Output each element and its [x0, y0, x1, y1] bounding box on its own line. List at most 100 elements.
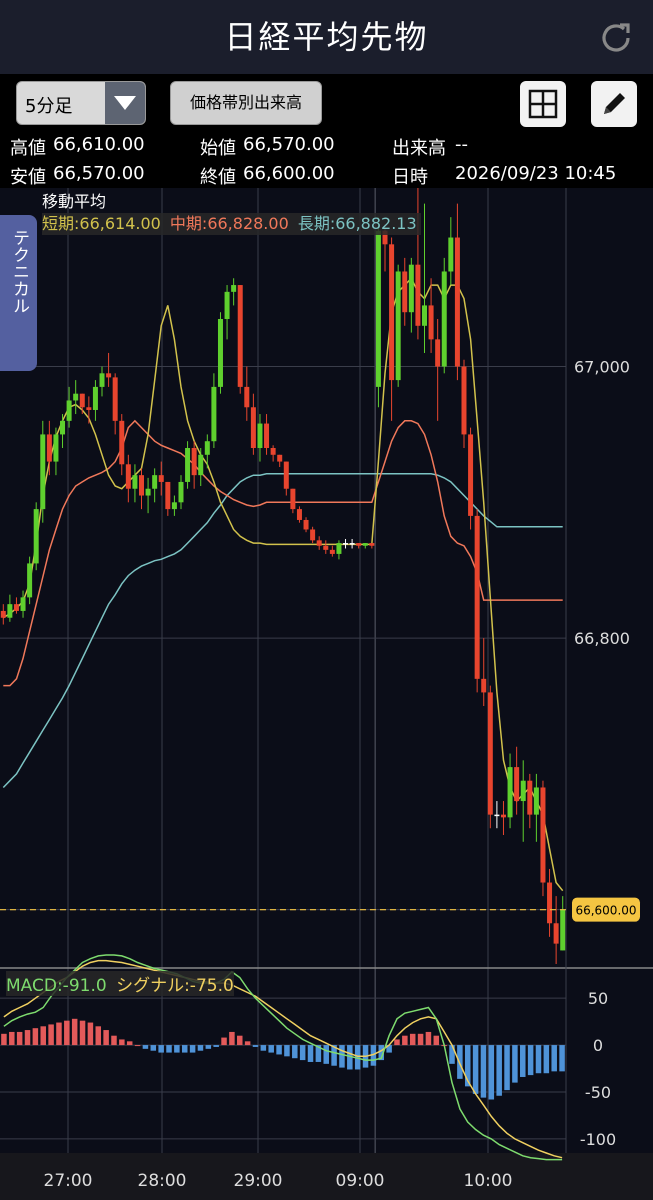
x-tick-label: 09:00 — [336, 1171, 385, 1191]
candle-body — [454, 237, 460, 367]
candle-body — [204, 441, 210, 455]
candle — [185, 441, 191, 489]
candle — [395, 264, 401, 387]
candle — [217, 312, 223, 394]
candle-body — [468, 434, 474, 516]
open-label: 始値 — [200, 138, 236, 159]
macd-histogram-bar — [213, 1045, 219, 1047]
candle-body — [106, 373, 112, 378]
candle-body — [211, 386, 217, 442]
macd-histogram-bar — [292, 1045, 298, 1059]
candle-body — [46, 434, 52, 462]
grid-icon — [528, 89, 558, 119]
ma-mid-value: 中期:66,828.00 — [169, 214, 289, 233]
candle-body — [125, 464, 131, 489]
candle-body — [540, 787, 546, 883]
candle-body — [448, 237, 454, 272]
candle-body — [185, 448, 191, 482]
candle-body — [138, 475, 145, 496]
macd-histogram-bar — [48, 1024, 54, 1046]
macd-histogram-bar — [299, 1045, 306, 1061]
x-tick-label: 27:00 — [44, 1171, 93, 1191]
candle — [474, 509, 480, 693]
macd-y-tick-label: -50 — [585, 1083, 611, 1102]
macd-histogram-bar — [205, 1045, 212, 1049]
macd-histogram-bar — [409, 1033, 416, 1046]
candle-body — [487, 692, 493, 815]
macd-histogram-bar — [158, 1045, 164, 1053]
candle-body — [428, 305, 434, 340]
macd-histogram-bar — [95, 1026, 102, 1046]
macd-histogram-bar — [260, 1045, 267, 1051]
macd-histogram-bar — [87, 1022, 94, 1046]
y-tick-label: 66,800 — [574, 629, 630, 648]
volume-profile-button[interactable]: 価格帯別出来高 — [170, 81, 322, 125]
candle-body — [250, 407, 256, 448]
candle-body — [369, 543, 375, 546]
macd-histogram-bar — [244, 1041, 251, 1046]
macd-histogram-bar — [197, 1045, 204, 1051]
candle — [33, 502, 39, 571]
layout-grid-button[interactable] — [520, 81, 566, 127]
candle-body — [395, 271, 401, 381]
macd-histogram-bar — [488, 1045, 495, 1100]
macd-histogram-bar — [472, 1045, 479, 1094]
macd-histogram-bar — [79, 1020, 86, 1046]
chart-toolbar: 5分足 価格帯別出来高 — [0, 74, 653, 130]
current-price-label: 66,600.00 — [575, 904, 636, 918]
macd-y-tick-label: -100 — [580, 1130, 616, 1149]
candle-body — [533, 787, 539, 815]
macd-histogram-bar — [543, 1045, 550, 1074]
candle-body — [99, 373, 105, 387]
candle-body — [290, 488, 296, 510]
candle-body — [73, 393, 79, 401]
high-label: 高値 — [10, 138, 46, 159]
x-tick-label: 28:00 — [138, 1171, 187, 1191]
datetime-value: 2026/09/23 10:45 — [455, 163, 617, 184]
candle-body — [191, 448, 197, 476]
candle-body — [402, 271, 408, 313]
candle-body — [224, 291, 230, 319]
macd-histogram-bar — [134, 1045, 141, 1047]
interval-select[interactable]: 5分足 — [16, 81, 146, 125]
datetime-label: 日時 — [392, 167, 428, 188]
candle-body — [231, 285, 237, 292]
candle-body — [0, 610, 6, 618]
macd-histogram-bar — [24, 1030, 31, 1046]
technical-tab[interactable]: テクニカル — [0, 215, 37, 371]
candle-body — [296, 509, 302, 520]
macd-histogram-bar — [252, 1045, 259, 1047]
macd-histogram-bar — [32, 1028, 39, 1046]
macd-histogram-bar — [402, 1035, 408, 1046]
candle-body — [92, 386, 98, 410]
chevron-down-icon[interactable] — [105, 82, 145, 124]
candle-body — [119, 420, 125, 465]
signal-value: シグナル:-75.0 — [116, 976, 234, 996]
macd-histogram-bar — [142, 1045, 149, 1049]
close-label: 終値 — [200, 167, 236, 188]
candle-body — [553, 923, 559, 944]
macd-histogram-bar — [103, 1030, 109, 1046]
candle — [375, 217, 381, 408]
candle — [468, 427, 474, 530]
macd-histogram-bar — [551, 1045, 557, 1072]
macd-histogram-bar — [64, 1020, 70, 1046]
candle-body — [283, 461, 289, 489]
candle-body — [27, 563, 33, 598]
ma-legend-title: 移動平均 — [42, 192, 107, 211]
edit-button[interactable] — [591, 81, 637, 127]
macd-histogram-bar — [237, 1035, 243, 1046]
candle-body — [152, 475, 158, 489]
candle-body — [481, 678, 487, 693]
ohlc-panel: 高値 66,610.00 始値 66,570.00 出来高 -- 安値 66,5… — [0, 130, 653, 188]
candle-body — [474, 515, 480, 679]
price-chart[interactable]: 27:00 28:00 29:00 09:00 10:00 67,000 66,800 66,… — [0, 188, 653, 1200]
candle-body — [20, 597, 26, 611]
macd-histogram-bar — [323, 1045, 329, 1064]
refresh-icon[interactable] — [598, 20, 634, 56]
macd-histogram-bar — [527, 1045, 534, 1076]
macd-histogram-bar — [111, 1035, 117, 1046]
candle-body — [217, 319, 223, 387]
candle-body — [520, 780, 526, 802]
macd-histogram-bar — [221, 1037, 227, 1046]
